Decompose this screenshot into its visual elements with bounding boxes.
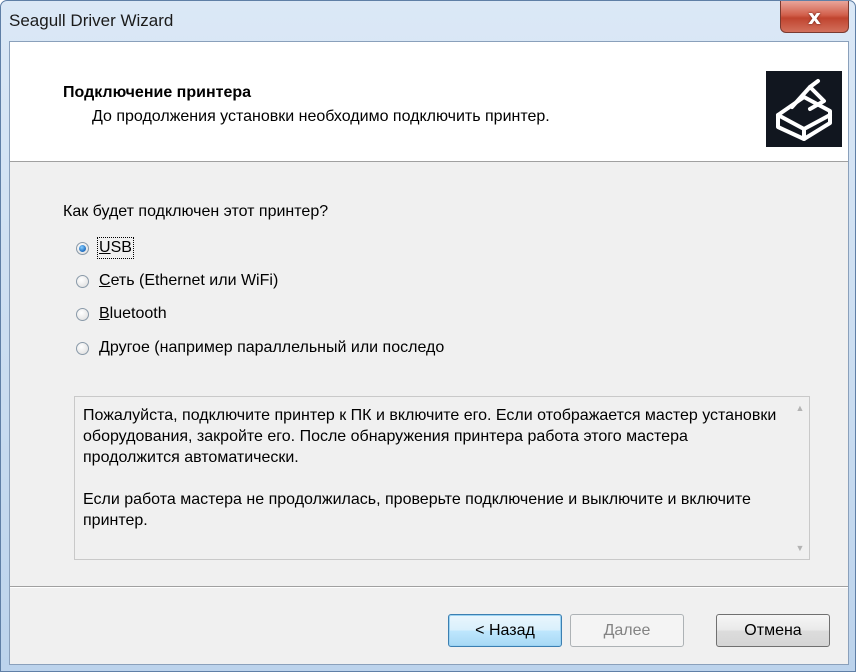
radio-network[interactable]: Сеть (Ethernet или WiFi) — [76, 269, 278, 293]
info-text-box[interactable]: Пожалуйста, подключите принтер к ПК и вк… — [74, 396, 810, 560]
radio-unselected-icon[interactable] — [76, 307, 89, 321]
wizard-window: Seagull Driver Wizard x Подключение прин… — [0, 0, 856, 672]
cancel-button[interactable]: Отмена — [716, 614, 830, 647]
printer-logo-icon — [766, 71, 842, 147]
next-button[interactable]: Далее — [570, 614, 684, 647]
radio-unselected-icon[interactable] — [76, 274, 89, 288]
window-title: Seagull Driver Wizard — [9, 11, 174, 30]
radio-other-label: Другое (например параллельный или послед… — [99, 339, 445, 356]
wizard-header: Подключение принтера До продолжения уста… — [10, 42, 848, 162]
radio-usb[interactable]: USB — [76, 236, 134, 260]
scroll-down-icon[interactable]: ▼ — [791, 539, 809, 557]
page-title: Подключение принтера — [63, 84, 252, 101]
button-separator — [10, 586, 848, 588]
close-button[interactable]: x — [780, 1, 849, 33]
radio-selected-icon[interactable] — [76, 241, 89, 255]
radio-unselected-icon[interactable] — [76, 341, 89, 355]
info-paragraph: Пожалуйста, подключите принтер к ПК и вк… — [83, 407, 777, 466]
radio-bluetooth-label: Bluetooth — [99, 305, 167, 322]
vertical-scrollbar[interactable]: ▲ ▼ — [791, 397, 809, 559]
radio-other[interactable]: Другое (например параллельный или послед… — [76, 336, 444, 360]
radio-network-label: Сеть (Ethernet или WiFi) — [99, 272, 279, 289]
connection-question: Как будет подключен этот принтер? — [63, 203, 329, 220]
close-icon: x — [808, 4, 821, 29]
scroll-up-icon[interactable]: ▲ — [791, 399, 809, 417]
wizard-client-area: Подключение принтера До продолжения уста… — [9, 41, 849, 665]
radio-usb-label: USB — [97, 237, 134, 259]
back-button[interactable]: < Назад — [448, 614, 562, 647]
info-text: Пожалуйста, подключите принтер к ПК и вк… — [83, 405, 783, 552]
info-paragraph: Если работа мастера не продолжилась, про… — [83, 491, 751, 529]
radio-bluetooth[interactable]: Bluetooth — [76, 302, 167, 326]
title-bar[interactable]: Seagull Driver Wizard x — [1, 1, 855, 41]
page-subtitle: До продолжения установки необходимо подк… — [92, 108, 550, 125]
